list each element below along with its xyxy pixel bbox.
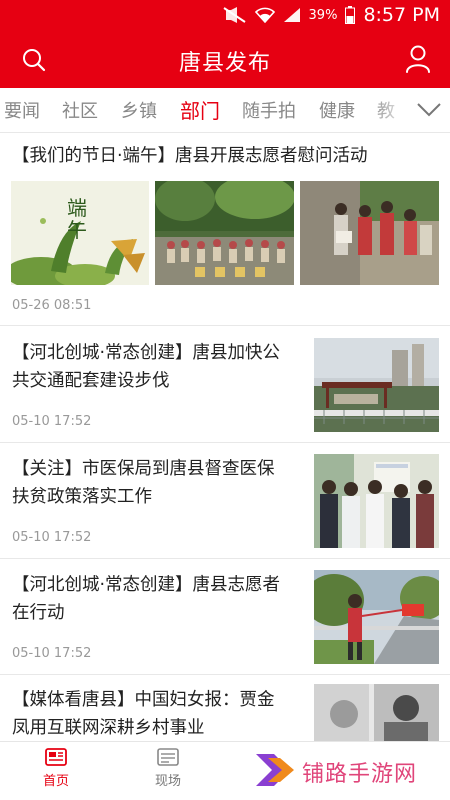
article-title-line: 【媒体看唐县】中国妇女报：贾金 bbox=[12, 690, 275, 710]
battery-percent: 39% bbox=[308, 7, 338, 23]
tab-bumen[interactable]: 部门 bbox=[180, 95, 220, 124]
tab-shequ[interactable]: 社区 bbox=[62, 97, 98, 123]
battery-icon bbox=[345, 6, 356, 24]
article-title-line: 凤用互联网深耕乡村事业 bbox=[12, 718, 205, 738]
nav-home[interactable]: 首页 bbox=[16, 748, 96, 789]
watermark-logo-icon bbox=[256, 754, 294, 786]
article-time: 05-10 17:52 bbox=[12, 530, 92, 545]
article-title-line: 【河北创城·常态创建】唐县加快公 bbox=[12, 343, 281, 363]
watermark-text: 铺路手游网 bbox=[302, 762, 418, 787]
article-title-line: 【关注】市医保局到唐县督查医保 bbox=[12, 459, 275, 479]
tabs-divider bbox=[0, 132, 450, 133]
scene-icon bbox=[157, 748, 179, 766]
article-title: 【关注】市医保局到唐县督查医保 扶贫政策落实工作 bbox=[12, 455, 304, 511]
clock: 8:57 PM bbox=[363, 4, 440, 26]
thumb-volunteers-group bbox=[155, 181, 294, 285]
user-icon bbox=[406, 45, 430, 73]
duanwu-thumb-text: 端午 bbox=[67, 196, 87, 242]
article-time: 05-26 08:51 bbox=[12, 298, 92, 313]
article-title: 【媒体看唐县】中国妇女报：贾金 凤用互联网深耕乡村事业 bbox=[12, 686, 304, 742]
more-tabs-button[interactable] bbox=[408, 88, 450, 132]
category-tabs: 要闻 社区 乡镇 部门 随手拍 健康 教 bbox=[0, 88, 450, 132]
thumb-volunteers-walking bbox=[300, 181, 439, 285]
home-news-icon bbox=[45, 748, 67, 766]
article-divider bbox=[0, 442, 450, 443]
tab-jiankang[interactable]: 健康 bbox=[319, 97, 355, 123]
thumb-volunteer-street bbox=[314, 570, 439, 664]
tab-xiangzhen[interactable]: 乡镇 bbox=[121, 97, 157, 123]
thumb-women-news bbox=[314, 684, 439, 741]
article-title-line: 在行动 bbox=[12, 603, 65, 623]
article-divider bbox=[0, 558, 450, 559]
page-title: 唐县发布 bbox=[178, 51, 271, 76]
status-bar: 39% 8:57 PM bbox=[0, 0, 450, 30]
article-title: 【河北创城·常态创建】唐县加快公 共交通配套建设步伐 bbox=[12, 339, 304, 395]
nav-home-label: 首页 bbox=[42, 774, 69, 789]
app-header: 唐县发布 bbox=[0, 30, 450, 88]
watermark: 铺路手游网 bbox=[254, 748, 444, 794]
article-title-line: 【河北创城·常态创建】唐县志愿者 bbox=[12, 575, 281, 595]
tab-yaowen[interactable]: 要闻 bbox=[4, 97, 40, 123]
article-time: 05-10 17:52 bbox=[12, 646, 92, 661]
article-time: 05-10 17:52 bbox=[12, 414, 92, 429]
chevron-down-icon bbox=[417, 103, 441, 117]
article-title: 【我们的节日·端午】唐县开展志愿者慰问活动 bbox=[12, 146, 368, 166]
thumb-duanwu: 端午 bbox=[11, 181, 149, 285]
article-divider bbox=[0, 674, 450, 675]
nav-scene-label: 现场 bbox=[154, 774, 181, 789]
mute-icon bbox=[222, 7, 246, 23]
nav-scene[interactable]: 现场 bbox=[128, 748, 208, 789]
article-title-line: 共交通配套建设步伐 bbox=[12, 371, 170, 391]
signal-icon bbox=[283, 8, 300, 22]
user-button[interactable] bbox=[404, 44, 432, 74]
status-icons: 39% 8:57 PM bbox=[222, 4, 440, 26]
wifi-icon bbox=[254, 7, 275, 23]
article-title-line: 扶贫政策落实工作 bbox=[12, 487, 152, 507]
article-divider bbox=[0, 325, 450, 326]
article-title: 【河北创城·常态创建】唐县志愿者 在行动 bbox=[12, 571, 304, 627]
thumb-medical-inspection bbox=[314, 454, 439, 548]
thumb-bus-station bbox=[314, 338, 439, 432]
tab-suishoupai[interactable]: 随手拍 bbox=[242, 97, 296, 123]
tabs-fade bbox=[370, 88, 410, 132]
